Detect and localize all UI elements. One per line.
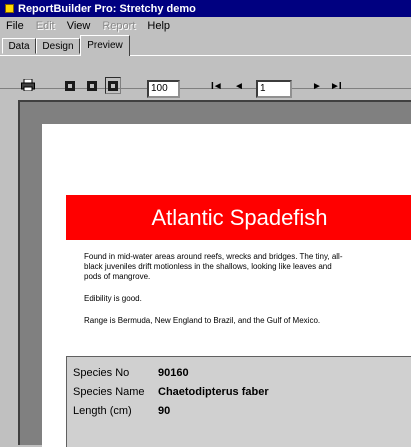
tab-design[interactable]: Design	[36, 38, 80, 54]
menu-edit[interactable]: Edit	[30, 20, 61, 32]
zoom-input[interactable]: 100 %	[147, 80, 180, 98]
fields-panel: Species No 90160 Species Name Chaetodipt…	[66, 356, 411, 447]
field-label: Length (cm)	[73, 405, 132, 417]
field-value: 90	[158, 405, 171, 417]
prev-page-button[interactable]: ◄	[234, 81, 244, 92]
tab-strip: Data Design Preview	[0, 35, 411, 56]
tab-data[interactable]: Data	[2, 38, 36, 54]
window-title: ReportBuilder Pro: Stretchy demo	[18, 2, 196, 15]
description-paragraph: Range is Bermuda, New England to Brazil,…	[84, 316, 321, 325]
menu-help[interactable]: Help	[141, 20, 176, 32]
description-paragraph: Found in mid-water areas around reefs, w…	[84, 252, 343, 281]
field-value: 90160	[158, 367, 189, 379]
report-title: Atlantic Spadefish	[151, 205, 328, 230]
next-page-button[interactable]: ►	[312, 81, 322, 92]
last-page-button[interactable]: ►I	[330, 81, 342, 92]
print-button[interactable]	[20, 78, 36, 92]
page-width-button[interactable]	[86, 80, 98, 92]
toolbar	[0, 56, 411, 94]
whole-page-icon	[65, 81, 75, 91]
field-row-species-name: Species Name Chaetodipterus faber	[73, 386, 269, 398]
field-row-species-no: Species No 90160	[73, 367, 189, 379]
printer-icon	[21, 79, 35, 91]
actual-size-icon	[108, 80, 118, 91]
description-memo: Found in mid-water areas around reefs, w…	[84, 252, 349, 338]
title-bar: ReportBuilder Pro: Stretchy demo	[0, 0, 411, 17]
app-icon	[5, 4, 14, 13]
field-row-length: Length (cm) 90	[73, 405, 170, 417]
first-page-button[interactable]: I◄	[211, 81, 223, 92]
report-title-band: Atlantic Spadefish	[66, 195, 411, 240]
field-label: Species No	[73, 367, 130, 379]
field-value: Chaetodipterus faber	[158, 386, 269, 398]
field-label: Species Name	[73, 386, 145, 398]
preview-viewport[interactable]: Atlantic Spadefish Found in mid-water ar…	[18, 100, 411, 447]
menu-view[interactable]: View	[61, 20, 97, 32]
whole-page-button[interactable]	[64, 80, 76, 92]
menu-file[interactable]: File	[0, 20, 30, 32]
description-paragraph: Edibility is good.	[84, 294, 142, 303]
menu-report[interactable]: Report	[96, 20, 141, 32]
menu-bar: File Edit View Report Help	[0, 17, 411, 35]
tab-preview[interactable]: Preview	[80, 35, 130, 56]
page-width-icon	[87, 81, 97, 91]
report-page: Atlantic Spadefish Found in mid-water ar…	[42, 124, 411, 447]
actual-size-button[interactable]	[105, 77, 121, 94]
page-number-input[interactable]: 1	[256, 80, 292, 98]
